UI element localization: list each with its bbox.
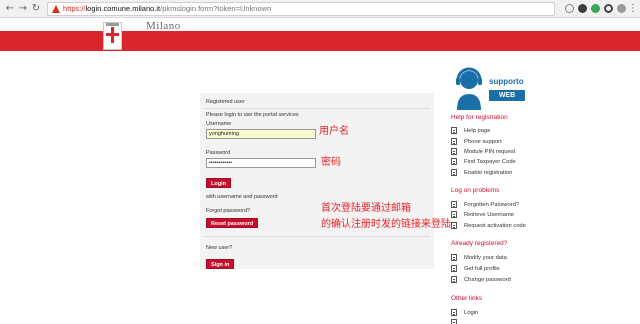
insecure-warning-icon[interactable]	[52, 5, 60, 13]
alt-login-text: with username and password	[206, 194, 278, 200]
forward-icon[interactable]: →	[17, 3, 29, 15]
document-icon	[451, 276, 457, 283]
document-icon	[451, 254, 457, 261]
document-icon	[451, 319, 457, 324]
sign-in-button[interactable]: Sign in	[206, 259, 235, 269]
new-user-label: New user?	[206, 245, 233, 251]
sidebar-link-label: Modify your data	[464, 255, 507, 261]
username-input[interactable]	[206, 129, 316, 139]
password-annotation: 密码	[321, 157, 341, 168]
extension-icon[interactable]	[565, 4, 574, 13]
url-scheme: https://	[63, 4, 86, 13]
sidebar-link-label: Forgotten Password?	[464, 202, 520, 208]
viewport: ← → ↻ https://login.comune.milano.it/pkm…	[0, 0, 640, 324]
site-header-top	[0, 19, 640, 31]
back-icon[interactable]: ←	[4, 3, 16, 15]
sidebar-heading-logon: Log on problems	[451, 187, 500, 194]
menu-icon[interactable]: ⋮	[627, 3, 639, 15]
activation-annotation-line2: 的确认注册时发的链接来登陆	[321, 219, 451, 230]
sidebar-heading-registered: Already registered?	[451, 240, 508, 247]
login-button[interactable]: Login	[206, 178, 231, 188]
document-icon	[451, 127, 457, 134]
star-icon[interactable]	[578, 4, 587, 13]
account-icon[interactable]	[604, 4, 613, 13]
password-input[interactable]	[206, 158, 316, 168]
sidebar-link-label: Find Taxpayer Code	[464, 159, 516, 165]
sidebar-link-label: Help page	[464, 128, 491, 134]
divider	[204, 236, 430, 237]
support-label: supporto	[489, 77, 524, 86]
sidebar-link-label: Login	[464, 310, 479, 316]
sidebar-link-label: Module PIN request	[464, 149, 516, 155]
document-icon	[451, 169, 457, 176]
web-label: WEB	[489, 90, 525, 101]
site-title[interactable]: Milano	[146, 20, 181, 32]
sidebar-link-label: Enable registration	[464, 170, 513, 176]
crest-crown	[106, 23, 119, 26]
password-label: Password	[206, 150, 231, 156]
site-header-band	[0, 31, 640, 51]
sidebar-link-label: Get full profile	[464, 266, 500, 272]
document-icon	[451, 138, 457, 145]
sidebar-link-label: Change password	[464, 277, 511, 283]
sidebar-link-label: Retrieve Username	[464, 212, 514, 218]
shield-icon[interactable]	[591, 4, 600, 13]
crest-cross-horizontal	[106, 33, 119, 36]
document-icon	[451, 211, 457, 218]
support-agent-icon	[456, 67, 482, 110]
document-icon	[451, 148, 457, 155]
login-section-title: Registered user	[206, 99, 245, 105]
username-annotation: 用户名	[319, 126, 349, 137]
login-panel	[200, 93, 434, 269]
addon-icon[interactable]	[617, 4, 626, 13]
activation-annotation-line1: 首次登陆要通过邮箱	[321, 203, 411, 214]
browser-toolbar: ← → ↻ https://login.comune.milano.it/pkm…	[0, 0, 640, 18]
sidebar-link-label: Phone support	[464, 139, 502, 145]
username-label: Username	[206, 121, 232, 127]
url-host: login.comune.milano.it	[85, 4, 161, 13]
document-icon	[451, 222, 457, 229]
document-icon	[451, 201, 457, 208]
url-text: https://login.comune.milano.it/pkmslogin…	[63, 3, 271, 15]
document-icon	[451, 265, 457, 272]
sidebar-heading-help: Help for registration	[451, 114, 508, 121]
milano-crest-logo[interactable]	[103, 22, 122, 50]
forgot-password-label: Forgot password?	[206, 208, 251, 214]
support-web-badge[interactable]: supporto WEB	[451, 66, 527, 110]
sidebar-heading-other: Other links	[451, 295, 483, 302]
login-intro: Please login to use the portal services	[206, 112, 299, 118]
sidebar-link-label: Request activation code	[464, 223, 526, 229]
document-icon	[451, 158, 457, 165]
divider	[204, 108, 430, 109]
document-icon	[451, 309, 457, 316]
address-bar[interactable]: https://login.comune.milano.it/pkmslogin…	[47, 2, 555, 16]
url-path: /pkmslogin.form?token=Unknown	[160, 4, 272, 13]
reset-password-button[interactable]: Reset password	[206, 218, 259, 228]
reload-icon[interactable]: ↻	[30, 3, 42, 15]
